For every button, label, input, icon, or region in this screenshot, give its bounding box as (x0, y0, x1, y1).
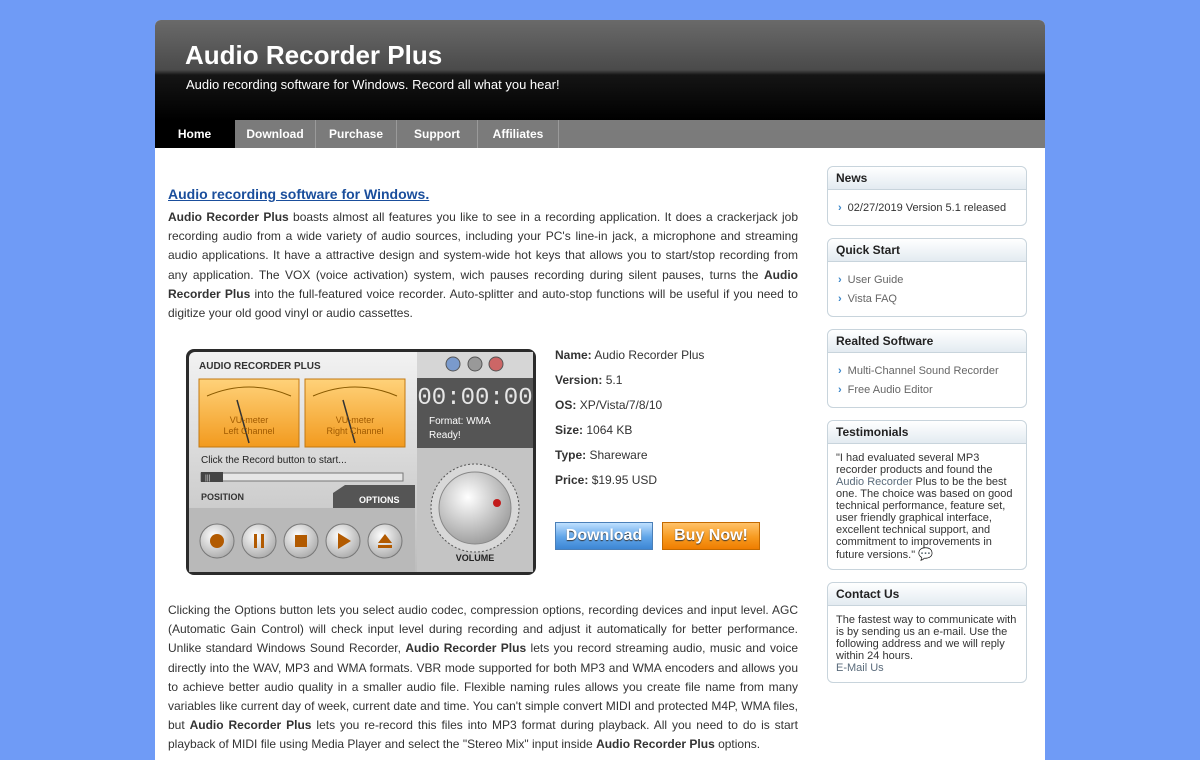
main-heading-link[interactable]: Audio recording software for Windows. (168, 186, 798, 202)
quickstart-item-user-guide[interactable]: › User Guide (836, 270, 1018, 289)
info-label: Version: (555, 373, 603, 387)
format-text: Format: WMA (429, 416, 491, 427)
close-icon (488, 356, 504, 372)
action-buttons: Download Buy Now! (555, 522, 760, 550)
info-row-price: Price: $19.95 USD (555, 473, 704, 498)
testimonials-title: Testimonials (828, 421, 1026, 444)
info-label: Type: (555, 448, 587, 462)
contact-title: Contact Us (828, 583, 1026, 606)
chevron-right-icon: › (838, 383, 842, 396)
info-row-version: Version: 5.1 (555, 373, 704, 398)
nav-tab-affiliates[interactable]: Affiliates (478, 120, 559, 148)
status-text: Click the Record button to start... (201, 455, 347, 466)
quickstart-box: Quick Start › User Guide › Vista FAQ (827, 238, 1027, 317)
related-body: › Multi-Channel Sound Recorder › Free Audi… (828, 353, 1026, 407)
quickstart-item-text: Vista FAQ (847, 292, 897, 305)
site-title: Audio Recorder Plus (185, 40, 443, 70)
intro-text-2: into the full-featured voice recorder. A… (168, 286, 798, 321)
quickstart-body: › User Guide › Vista FAQ (828, 262, 1026, 316)
volume-label: VOLUME (456, 553, 495, 563)
product-name-bold: Audio Recorder Plus (405, 641, 527, 656)
volume-indicator (493, 499, 501, 507)
news-title: News (828, 167, 1026, 190)
main-nav: Home Download Purchase Support Affiliate… (155, 120, 1045, 148)
app-title-text: AUDIO RECORDER PLUS (199, 361, 321, 372)
chevron-right-icon: › (838, 273, 842, 286)
minimize-icon (467, 356, 483, 372)
chevron-right-icon: › (838, 364, 842, 377)
info-value: $19.95 USD (591, 473, 658, 487)
time-display: 00:00:00 (417, 385, 532, 412)
sidebar: News › 02/27/2019 Version 5.1 released Qu… (827, 166, 1027, 695)
contact-text: The fastest way to communicate with is b… (836, 614, 1017, 662)
product-name-bold: Audio Recorder Plus (168, 210, 289, 224)
info-value: 1064 KB (586, 423, 633, 437)
info-label: Price: (555, 473, 589, 487)
product-info: Name: Audio Recorder Plus Version: 5.1 O… (555, 348, 704, 498)
related-box: Realted Software › Multi-Channel Sound Re… (827, 329, 1027, 408)
related-item-text: Multi-Channel Sound Recorder (847, 364, 999, 377)
news-item-text: 02/27/2019 Version 5.1 released (847, 201, 1007, 214)
contact-body: The fastest way to communicate with is b… (828, 606, 1026, 682)
chevron-right-icon: › (838, 292, 842, 305)
nav-tab-download[interactable]: Download (235, 120, 316, 148)
main-content: Audio recording software for Windows. Au… (168, 180, 798, 751)
info-label: Name: (555, 348, 592, 362)
speech-bubble-icon: 💬 (918, 547, 934, 561)
page: Audio Recorder Plus Audio recording soft… (155, 20, 1045, 760)
news-item[interactable]: › 02/27/2019 Version 5.1 released (836, 198, 1018, 217)
intro-paragraph: Audio Recorder Plus boasts almost all fe… (168, 208, 798, 323)
related-title: Realted Software (828, 330, 1026, 353)
buy-now-button[interactable]: Buy Now! (662, 522, 760, 550)
info-value: XP/Vista/7/8/10 (579, 398, 663, 412)
related-item-multichannel[interactable]: › Multi-Channel Sound Recorder (836, 361, 1018, 380)
related-item-text: Free Audio Editor (847, 383, 933, 396)
info-row-name: Name: Audio Recorder Plus (555, 348, 704, 373)
site-header: Audio Recorder Plus Audio recording soft… (155, 20, 1045, 120)
info-value: Shareware (589, 448, 648, 462)
news-body: › 02/27/2019 Version 5.1 released (828, 190, 1026, 225)
pause-button (241, 523, 277, 559)
email-us-link[interactable]: E-Mail Us (836, 662, 884, 674)
nav-tab-support[interactable]: Support (397, 120, 478, 148)
chevron-right-icon: › (838, 201, 842, 214)
options-button: OPTIONS (359, 495, 400, 505)
related-item-free-editor[interactable]: › Free Audio Editor (836, 380, 1018, 399)
info-value: Audio Recorder Plus (594, 348, 705, 362)
vu-left-label: VU-meter Left Channel (223, 415, 274, 436)
quickstart-item-text: User Guide (847, 273, 904, 286)
info-row-type: Type: Shareware (555, 448, 704, 473)
position-label: POSITION (201, 492, 244, 502)
testimonials-box: Testimonials "I had evaluated several MP… (827, 420, 1027, 570)
position-slider (200, 472, 404, 482)
quickstart-item-vista-faq[interactable]: › Vista FAQ (836, 289, 1018, 308)
download-button[interactable]: Download (555, 522, 653, 550)
info-row-os: OS: XP/Vista/7/8/10 (555, 398, 704, 423)
testimonials-body: "I had evaluated several MP3 recorder pr… (828, 444, 1026, 569)
info-label: OS: (555, 398, 577, 412)
contact-box: Contact Us The fastest way to communicat… (827, 582, 1027, 683)
ready-text: Ready! (429, 430, 461, 441)
info-value: 5.1 (605, 373, 623, 387)
nav-tab-home[interactable]: Home (155, 120, 235, 148)
product-name-bold: Audio Recorder Plus (189, 718, 312, 733)
help-icon (445, 356, 461, 372)
info-label: Size: (555, 423, 584, 437)
features-paragraph: Clicking the Options button lets you sel… (168, 601, 798, 755)
site-subtitle: Audio recording software for Windows. Re… (186, 77, 560, 92)
testimonial-text-1: "I had evaluated several MP3 recorder pr… (836, 452, 993, 476)
nav-tab-purchase[interactable]: Purchase (316, 120, 397, 148)
info-row-size: Size: 1064 KB (555, 423, 704, 448)
testimonial-product-link[interactable]: Audio Recorder (836, 476, 912, 488)
app-screenshot: AUDIO RECORDER PLUS VU-meter Left Channel… (186, 349, 536, 575)
quickstart-title: Quick Start (828, 239, 1026, 262)
news-box: News › 02/27/2019 Version 5.1 released (827, 166, 1027, 226)
slider-thumb-grip: ||| (205, 475, 211, 482)
